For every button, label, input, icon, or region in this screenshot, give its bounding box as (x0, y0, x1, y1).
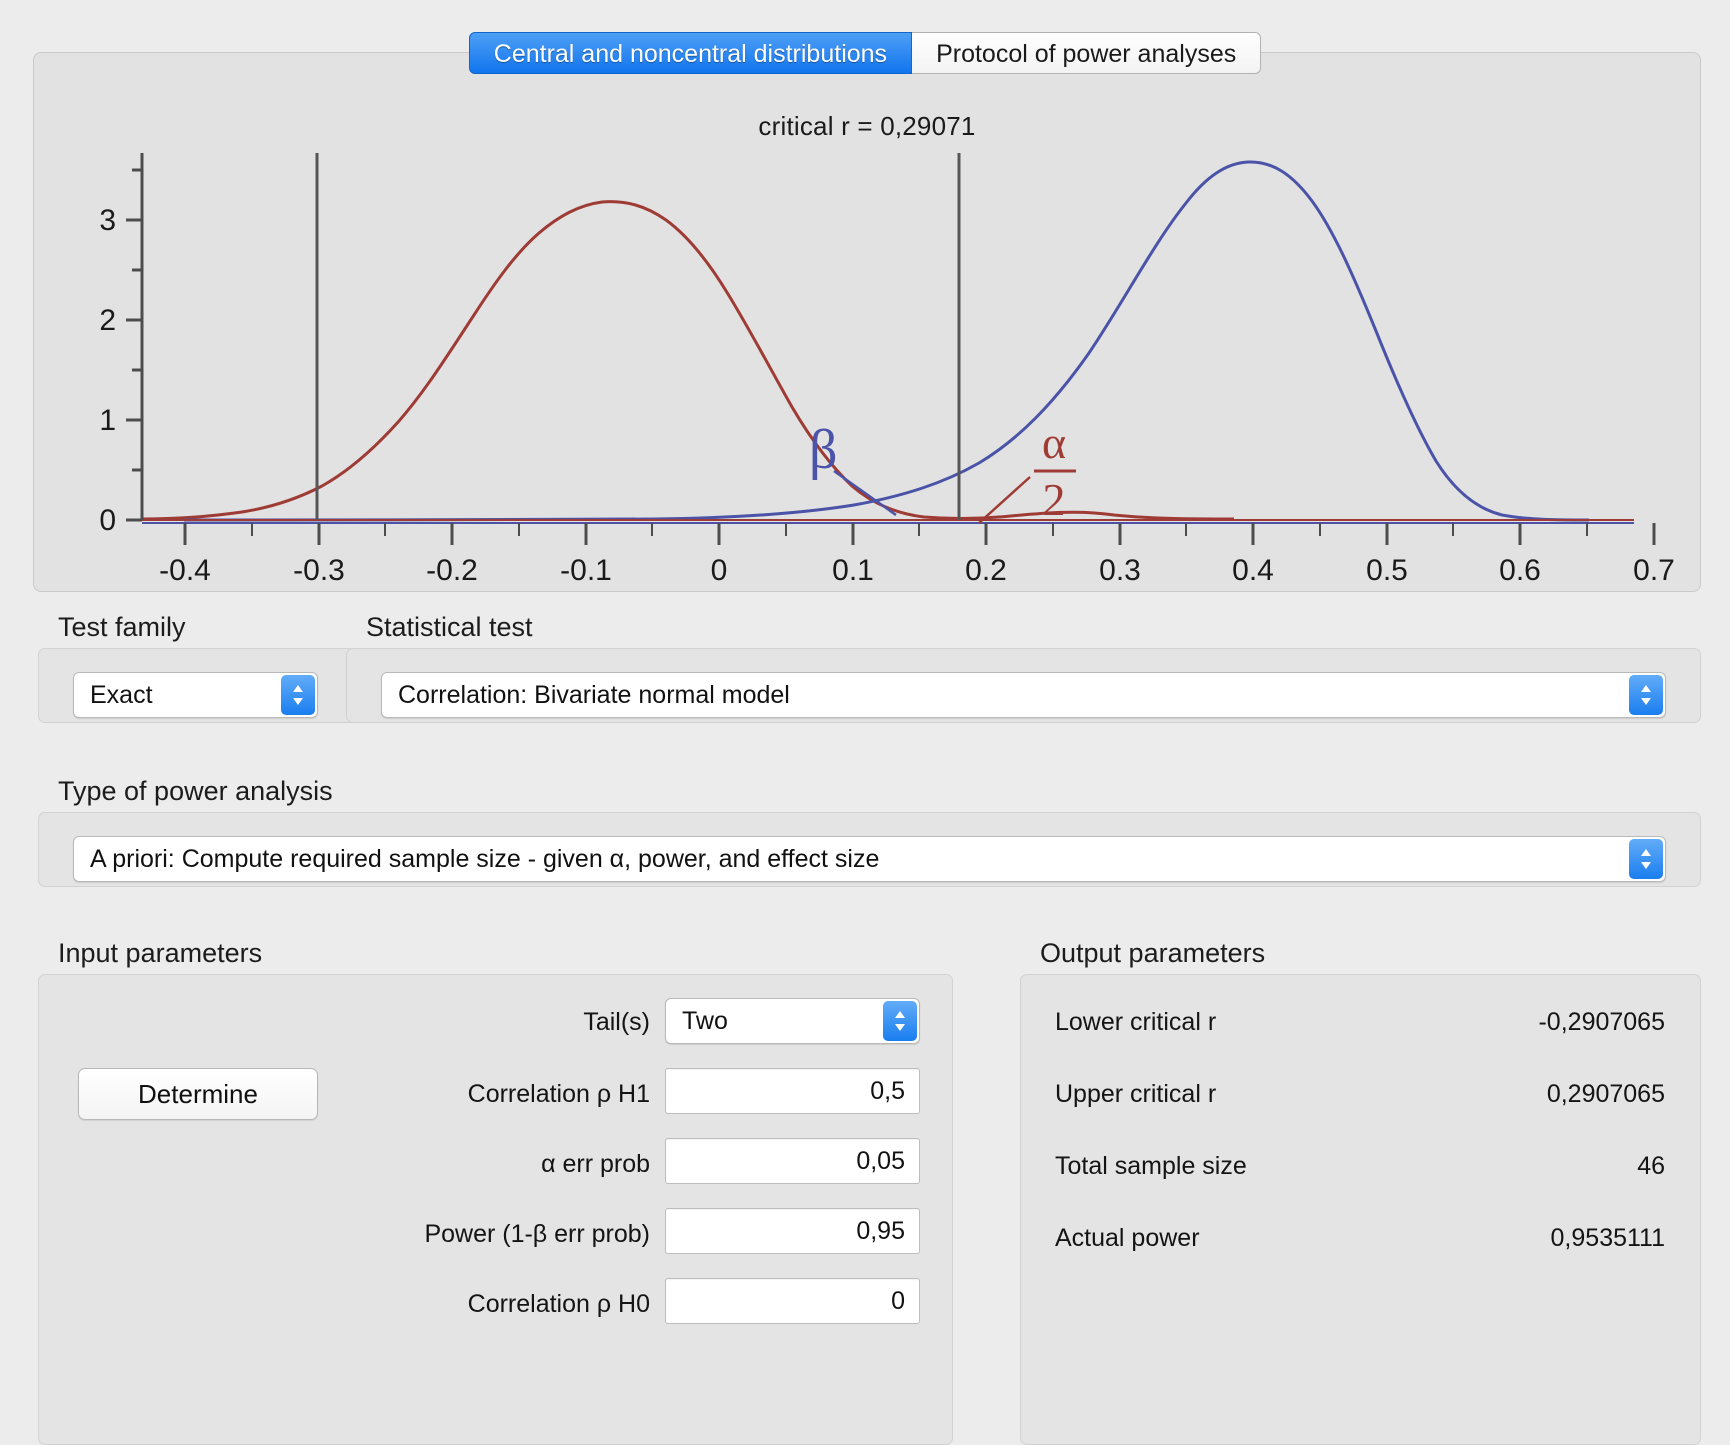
distribution-plot: 0 1 2 3 -0.4 -0.3 -0.2 -0.1 0 0.1 0.2 0.… (99, 153, 1675, 587)
svg-text:0: 0 (711, 554, 728, 587)
power-analysis-stepper-icon[interactable] (1629, 839, 1663, 879)
svg-text:-0.1: -0.1 (560, 554, 612, 587)
svg-text:0.6: 0.6 (1499, 554, 1541, 587)
lower-critical-r-value: -0,2907065 (1538, 1008, 1665, 1036)
power-value: 0,95 (856, 1216, 905, 1245)
upper-critical-r-value: 0,2907065 (1546, 1080, 1665, 1108)
correlation-rho-h0-label: Correlation ρ H0 (467, 1290, 650, 1318)
svg-text:1: 1 (99, 404, 116, 437)
correlation-rho-h0-input[interactable]: 0 (665, 1278, 920, 1324)
svg-text:-0.2: -0.2 (426, 554, 478, 587)
svg-text:3: 3 (99, 204, 116, 237)
svg-text:2: 2 (1043, 474, 1066, 525)
correlation-rho-h1-value: 0,5 (870, 1076, 905, 1105)
statistical-test-section-label: Statistical test (366, 612, 533, 642)
power-analysis-select[interactable]: A priori: Compute required sample size -… (73, 836, 1666, 882)
svg-text:0.5: 0.5 (1366, 554, 1408, 587)
tails-select[interactable]: Two (665, 998, 920, 1044)
power-analysis-section-label: Type of power analysis (58, 776, 333, 806)
power-analysis-value: A priori: Compute required sample size -… (90, 844, 880, 873)
power-input[interactable]: 0,95 (665, 1208, 920, 1254)
actual-power-value: 0,9535111 (1550, 1224, 1665, 1252)
tab-protocol-of-power-analyses[interactable]: Protocol of power analyses (912, 32, 1262, 74)
svg-text:0: 0 (99, 504, 116, 537)
svg-text:0.4: 0.4 (1232, 554, 1274, 587)
tab-bar: Central and noncentral distributions Pro… (0, 32, 1730, 74)
tails-value: Two (682, 1006, 728, 1035)
test-family-select[interactable]: Exact (73, 672, 318, 718)
x-axis-labels: -0.4 -0.3 -0.2 -0.1 0 0.1 0.2 0.3 0.4 0.… (159, 554, 1675, 587)
svg-text:-0.4: -0.4 (159, 554, 211, 587)
output-parameters-groupbox (1020, 974, 1701, 1445)
svg-text:0.2: 0.2 (965, 554, 1007, 587)
tab-label: Protocol of power analyses (936, 40, 1237, 68)
input-parameters-section-label: Input parameters (58, 938, 263, 968)
correlation-rho-h1-input[interactable]: 0,5 (665, 1068, 920, 1114)
svg-text:0.7: 0.7 (1633, 554, 1675, 587)
test-family-section-label: Test family (58, 612, 186, 642)
actual-power-label: Actual power (1055, 1224, 1200, 1252)
svg-text:2: 2 (99, 304, 116, 337)
statistical-test-select[interactable]: Correlation: Bivariate normal model (381, 672, 1666, 718)
svg-text:0.3: 0.3 (1099, 554, 1141, 587)
power-label: Power (1-β err prob) (424, 1220, 650, 1248)
tab-label: Central and noncentral distributions (493, 40, 888, 68)
statistical-test-value: Correlation: Bivariate normal model (398, 680, 790, 709)
gpower-window: Central and noncentral distributions Pro… (0, 0, 1730, 1445)
tab-central-and-noncentral-distributions[interactable]: Central and noncentral distributions (468, 32, 913, 74)
tails-label: Tail(s) (583, 1008, 650, 1036)
y-axis-labels: 0 1 2 3 (99, 204, 116, 537)
correlation-rho-h1-label: Correlation ρ H1 (467, 1080, 650, 1108)
correlation-rho-h0-value: 0 (891, 1286, 905, 1315)
determine-button-label: Determine (138, 1078, 258, 1109)
test-family-stepper-icon[interactable] (281, 675, 315, 715)
distribution-plot-panel: critical r = 0,29071 0 1 2 3 -0.4 -0.3 -… (33, 52, 1701, 592)
svg-text:0.1: 0.1 (832, 554, 874, 587)
output-parameters-section-label: Output parameters (1040, 938, 1266, 968)
beta-annotation: β (809, 419, 897, 517)
lower-critical-r-label: Lower critical r (1055, 1008, 1217, 1036)
alpha-err-prob-value: 0,05 (856, 1146, 905, 1175)
tails-stepper-icon[interactable] (883, 1001, 917, 1041)
alpha-err-prob-input[interactable]: 0,05 (665, 1138, 920, 1184)
total-sample-size-value: 46 (1637, 1152, 1665, 1180)
statistical-test-stepper-icon[interactable] (1629, 675, 1663, 715)
upper-critical-r-label: Upper critical r (1055, 1080, 1217, 1108)
svg-text:β: β (809, 419, 838, 481)
svg-text:α: α (1042, 417, 1066, 468)
svg-text:-0.3: -0.3 (293, 554, 345, 587)
test-family-value: Exact (90, 680, 153, 709)
alpha-err-prob-label: α err prob (541, 1150, 650, 1178)
h1-distribution-curve (183, 160, 1590, 522)
alpha-over-two-annotation: α 2 (978, 417, 1076, 525)
